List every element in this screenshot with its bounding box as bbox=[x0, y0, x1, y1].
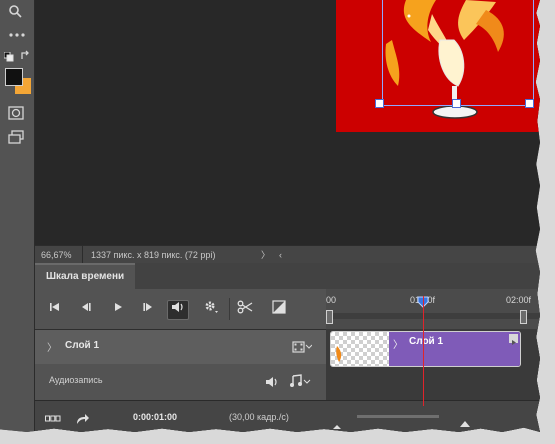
audio-track-header[interactable]: Аудиозапись bbox=[35, 364, 326, 400]
time-ruler[interactable]: 00 01:00f 02:00f bbox=[326, 289, 540, 329]
zoom-out-icon[interactable] bbox=[331, 412, 343, 432]
divider bbox=[82, 246, 83, 264]
foreground-color-swatch[interactable] bbox=[5, 68, 23, 86]
clip-options-icon[interactable] bbox=[509, 334, 518, 345]
timeline-footer: 0:00:01:00 (30,00 кадр./с) bbox=[35, 400, 540, 432]
status-scroll-left-button[interactable]: ‹ bbox=[279, 246, 282, 264]
settings-icon[interactable] bbox=[201, 300, 221, 318]
clip-thumbnail bbox=[331, 332, 389, 366]
photoshop-window: 66,67% 1337 пикс. x 819 пикс. (72 ppi) 〉… bbox=[0, 0, 540, 432]
work-area-bar[interactable] bbox=[326, 313, 540, 319]
document-info: 1337 пикс. x 819 пикс. (72 ppi) bbox=[91, 250, 216, 260]
track-area[interactable]: 〉 Слой 1 bbox=[326, 329, 540, 400]
divider bbox=[229, 298, 230, 320]
status-bar: 66,67% 1337 пикс. x 819 пикс. (72 ppi) 〉… bbox=[35, 245, 540, 264]
quick-mask-icon[interactable] bbox=[8, 106, 24, 122]
status-expand-button[interactable]: 〉 bbox=[261, 246, 270, 264]
audio-mute-icon[interactable] bbox=[167, 300, 189, 320]
music-icon[interactable] bbox=[289, 374, 311, 393]
tab-timeline[interactable]: Шкала времени bbox=[35, 263, 135, 289]
render-icon[interactable] bbox=[76, 402, 90, 432]
expand-icon[interactable]: 〉 bbox=[47, 339, 57, 354]
play-icon[interactable] bbox=[108, 300, 128, 318]
prev-frame-icon[interactable] bbox=[76, 300, 96, 318]
transform-handle[interactable] bbox=[375, 99, 384, 108]
ruler-label: 00 bbox=[326, 295, 337, 305]
timeline-body: 00 01:00f 02:00f 〉 Слой 1 Аудиозапись bbox=[35, 289, 540, 432]
artwork-image bbox=[336, 0, 540, 132]
zoom-slider[interactable] bbox=[357, 415, 439, 418]
convert-frames-icon[interactable] bbox=[45, 402, 61, 432]
frame-rate: (30,00 кадр./с) bbox=[229, 412, 289, 422]
more-icon[interactable] bbox=[8, 26, 26, 40]
first-frame-icon[interactable] bbox=[45, 300, 65, 318]
split-icon[interactable] bbox=[235, 300, 255, 318]
audio-volume-icon[interactable] bbox=[265, 375, 279, 393]
screen-mode-icon[interactable] bbox=[8, 130, 24, 146]
timeline-panel: Шкала времени 00 02:00f 〉 Слой 1 Аудиоза… bbox=[35, 263, 540, 432]
transform-bounding-box[interactable] bbox=[382, 0, 534, 106]
playback-controls bbox=[35, 289, 326, 329]
expand-icon[interactable]: 〉 bbox=[393, 336, 403, 351]
layer-track-header[interactable]: 〉 Слой 1 bbox=[35, 329, 326, 365]
clip-body: 〉 Слой 1 bbox=[389, 332, 520, 366]
document-canvas[interactable] bbox=[35, 0, 540, 245]
transform-handle[interactable] bbox=[525, 99, 534, 108]
swap-colors-icon[interactable] bbox=[20, 49, 31, 63]
default-colors-icon[interactable] bbox=[3, 50, 14, 64]
clip-name: Слой 1 bbox=[409, 336, 444, 347]
tool-bar bbox=[0, 0, 35, 432]
zoom-level[interactable]: 66,67% bbox=[41, 246, 72, 264]
layer-clip[interactable]: 〉 Слой 1 bbox=[330, 331, 521, 367]
audio-track-label: Аудиозапись bbox=[49, 375, 103, 385]
zoom-in-icon[interactable] bbox=[458, 410, 472, 432]
transition-icon[interactable] bbox=[269, 300, 289, 318]
current-time[interactable]: 0:00:01:00 bbox=[133, 401, 177, 432]
playhead-line bbox=[423, 296, 424, 406]
work-area-start-handle[interactable] bbox=[326, 310, 333, 324]
next-frame-icon[interactable] bbox=[138, 300, 158, 318]
film-icon[interactable] bbox=[292, 340, 313, 358]
transform-handle[interactable] bbox=[452, 99, 461, 108]
ruler-label: 02:00f bbox=[506, 295, 532, 305]
search-icon[interactable] bbox=[8, 4, 22, 20]
work-area-end-handle[interactable] bbox=[520, 310, 527, 324]
layer-name: Слой 1 bbox=[65, 340, 100, 351]
